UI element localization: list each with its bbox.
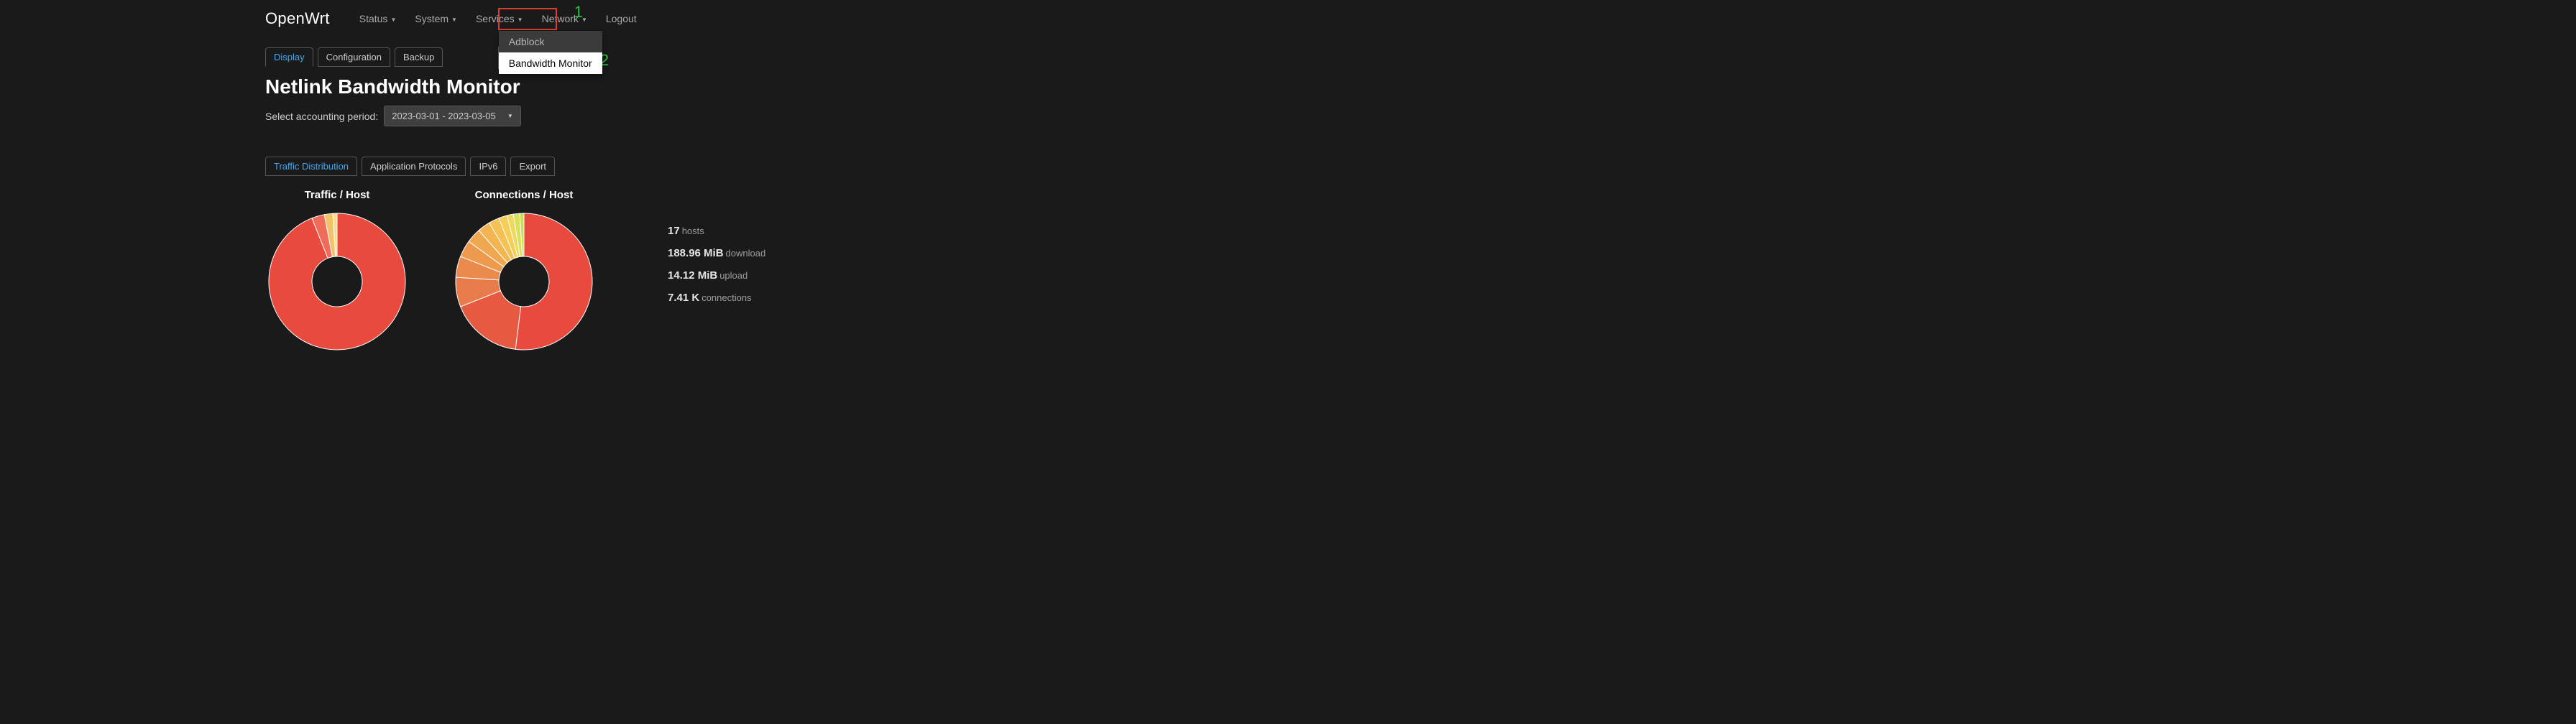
nav-system[interactable]: System▼ xyxy=(405,7,466,30)
caret-down-icon: ▼ xyxy=(507,113,513,119)
nav-system-label: System xyxy=(415,13,448,24)
stat-hosts: 17hosts xyxy=(668,225,765,237)
charts-row: Traffic / Host Connections / Host 17host… xyxy=(265,189,862,353)
stat-upload-value: 14.12 MiB xyxy=(668,269,717,282)
page-title: Netlink Bandwidth Monitor xyxy=(265,75,862,98)
annotation-number-1: 1 xyxy=(574,3,583,22)
nav-network-label: Network xyxy=(542,13,579,24)
nav-logout-label: Logout xyxy=(606,13,637,24)
subtab-ipv6[interactable]: IPv6 xyxy=(470,157,506,176)
subtab-traffic[interactable]: Traffic Distribution xyxy=(265,157,357,176)
nav-status[interactable]: Status▼ xyxy=(350,7,406,30)
subtab-export[interactable]: Export xyxy=(510,157,555,176)
stat-upload: 14.12 MiBupload xyxy=(668,269,765,282)
donut-chart-traffic xyxy=(265,210,409,353)
period-select[interactable]: 2023-03-01 - 2023-03-05 ▼ xyxy=(384,106,521,126)
stat-hosts-value: 17 xyxy=(668,225,680,237)
tab-backup[interactable]: Backup xyxy=(395,47,443,67)
stat-connections-value: 7.41 K xyxy=(668,292,699,304)
chart-title-traffic: Traffic / Host xyxy=(265,189,409,201)
tab-configuration[interactable]: Configuration xyxy=(318,47,390,67)
navbar: OpenWrt Status▼ System▼ Services▼ Networ… xyxy=(265,0,2576,37)
nav-services[interactable]: Services▼ xyxy=(466,7,533,30)
sub-tabs: Traffic Distribution Application Protoco… xyxy=(265,157,862,176)
summary-stats: 17hosts 188.96 MiBdownload 14.12 MiBuplo… xyxy=(668,225,765,314)
nav-network[interactable]: Network▼ xyxy=(533,7,597,30)
services-dropdown: Adblock Bandwidth Monitor xyxy=(499,31,602,74)
subtab-protocols[interactable]: Application Protocols xyxy=(362,157,466,176)
tab-display[interactable]: Display xyxy=(265,47,313,67)
dropdown-item-adblock[interactable]: Adblock xyxy=(499,31,602,52)
chart-traffic-host: Traffic / Host xyxy=(265,189,409,353)
stat-upload-label: upload xyxy=(719,270,748,281)
period-row: Select accounting period: 2023-03-01 - 2… xyxy=(265,106,862,126)
chart-connections-host: Connections / Host xyxy=(452,189,596,353)
donut-chart-connections xyxy=(452,210,596,353)
stat-hosts-label: hosts xyxy=(682,226,704,236)
period-label: Select accounting period: xyxy=(265,111,378,122)
caret-down-icon: ▼ xyxy=(518,17,523,23)
pie-slice[interactable] xyxy=(515,213,592,350)
caret-down-icon: ▼ xyxy=(451,17,457,23)
stat-download: 188.96 MiBdownload xyxy=(668,247,765,259)
chart-title-connections: Connections / Host xyxy=(452,189,596,201)
stat-download-label: download xyxy=(726,248,766,259)
dropdown-item-bandwidth-monitor[interactable]: Bandwidth Monitor xyxy=(499,52,602,74)
nav-logout[interactable]: Logout xyxy=(597,7,646,30)
main-container: Display Configuration Backup Netlink Ban… xyxy=(265,47,862,353)
brand-logo[interactable]: OpenWrt xyxy=(265,9,330,28)
stat-connections: 7.41 Kconnections xyxy=(668,292,765,304)
nav-services-label: Services xyxy=(476,13,515,24)
period-value: 2023-03-01 - 2023-03-05 xyxy=(392,111,496,121)
caret-down-icon: ▼ xyxy=(390,17,396,23)
stat-connections-label: connections xyxy=(702,292,751,303)
nav-status-label: Status xyxy=(359,13,388,24)
nav-items: Status▼ System▼ Services▼ Network▼ Logou… xyxy=(350,7,646,30)
stat-download-value: 188.96 MiB xyxy=(668,247,724,259)
